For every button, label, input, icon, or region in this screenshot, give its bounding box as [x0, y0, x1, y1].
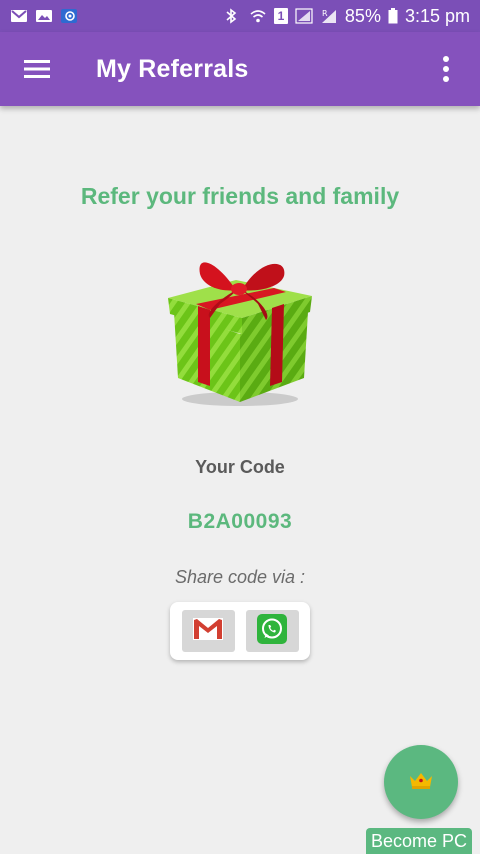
share-gmail-button[interactable] [181, 610, 235, 652]
share-code-label: Share code via : [174, 567, 306, 587]
app-bar: My Referrals [0, 32, 480, 106]
your-code-label: Your Code [195, 457, 285, 477]
bluetooth-icon [224, 8, 242, 24]
gallery-icon [35, 8, 53, 24]
battery-percent: 85% [344, 5, 381, 26]
gift-box-icon [162, 252, 318, 408]
battery-icon [388, 8, 398, 24]
svg-text:R: R [322, 9, 328, 18]
referral-code: B2A00093 [187, 510, 293, 533]
become-pc-label[interactable]: Become PC [365, 828, 472, 854]
page-title: My Referrals [96, 54, 249, 83]
share-options [170, 602, 310, 660]
notification-icons [10, 8, 78, 24]
more-vert-icon[interactable] [426, 45, 466, 93]
crown-icon [408, 770, 434, 795]
referral-headline: Refer your friends and family [80, 183, 400, 209]
share-whatsapp-button[interactable] [245, 610, 299, 652]
gmail-icon [10, 8, 28, 24]
sim-badge: 1 [277, 9, 285, 23]
sim-icon: 1 [273, 8, 288, 24]
app-notification-icon [60, 8, 78, 24]
wifi-icon [249, 8, 267, 24]
signal-icon [295, 8, 313, 24]
signal-roaming-icon: R [320, 8, 338, 24]
become-pc-fab[interactable] [384, 745, 458, 819]
hamburger-menu-icon[interactable] [11, 43, 63, 95]
clock: 3:15 pm [404, 5, 470, 26]
system-icons: 1 R 85% 3:15 pm [224, 6, 470, 27]
gmail-icon [193, 617, 223, 645]
whatsapp-icon [257, 613, 287, 649]
status-bar: 1 R 85% 3:15 pm [0, 0, 480, 32]
